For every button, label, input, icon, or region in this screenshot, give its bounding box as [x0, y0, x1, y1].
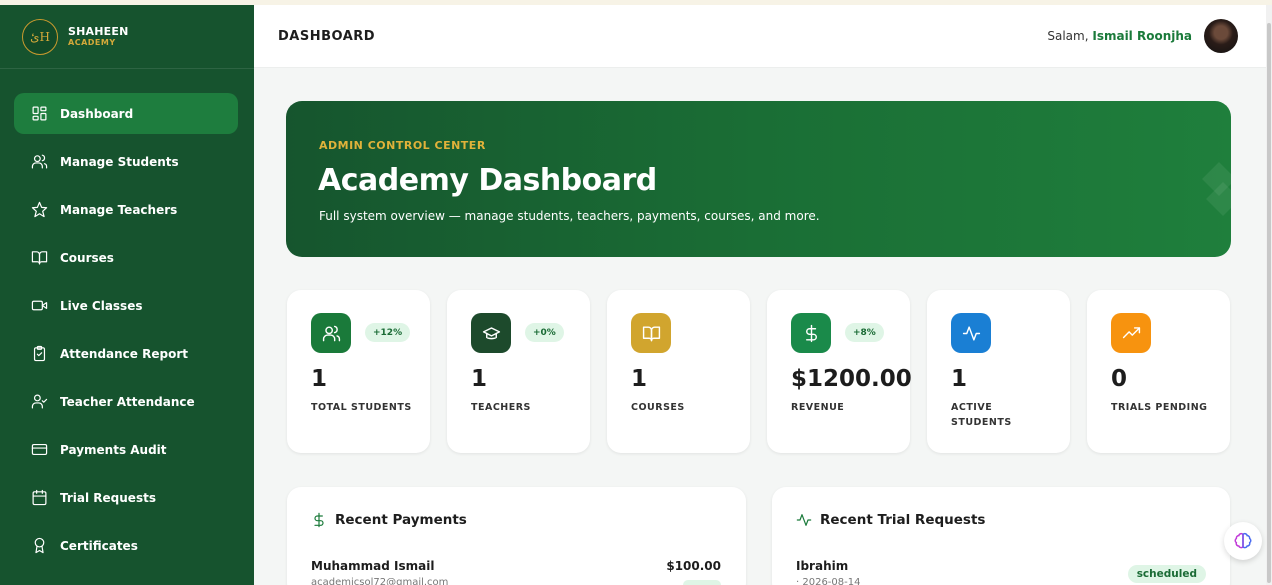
payment-amount: $100.00	[666, 559, 721, 573]
user-greeting: Salam, Ismail Roonjha	[1047, 29, 1192, 43]
trend-badge: +8%	[845, 323, 884, 342]
sidebar-item-attendance-report[interactable]: Attendance Report	[14, 333, 238, 374]
page-title: DASHBOARD	[278, 28, 376, 44]
status-badge: scheduled	[1127, 565, 1206, 583]
users-icon	[311, 313, 351, 353]
sidebar-item-manage-students[interactable]: Manage Students	[14, 141, 238, 182]
stat-card-teachers[interactable]: +0% 1 TEACHERS	[447, 290, 590, 453]
sidebar-item-label: Manage Students	[60, 154, 179, 169]
sidebar-item-label: Live Classes	[60, 298, 143, 313]
sidebar-item-payments-audit[interactable]: Payments Audit	[14, 429, 238, 470]
panel-title: Recent Payments	[311, 512, 467, 528]
sidebar-item-manage-teachers[interactable]: Manage Teachers	[14, 189, 238, 230]
video-icon	[31, 297, 48, 314]
payment-email: academicsol72@gmail.com	[311, 577, 449, 585]
page-scrollbar[interactable]	[1266, 5, 1272, 585]
hero-subtitle: Full system overview — manage students, …	[319, 209, 820, 223]
sidebar-item-trial-requests[interactable]: Trial Requests	[14, 477, 238, 518]
stat-label: ACTIVE STUDENTS	[951, 402, 1012, 428]
stat-card-trials-pending[interactable]: 0 TRIALS PENDING	[1087, 290, 1230, 453]
award-icon	[31, 537, 48, 554]
trial-date: · 2026-08-14	[796, 577, 861, 585]
greeting-prefix: Salam,	[1047, 29, 1093, 43]
panel-title: Recent Trial Requests	[796, 512, 985, 528]
clipboard-icon	[31, 345, 48, 362]
user-name: Ismail Roonjha	[1092, 29, 1192, 43]
hero-title: Academy Dashboard	[318, 163, 657, 198]
sidebar-item-dashboard[interactable]: Dashboard	[14, 93, 238, 134]
hero-eyebrow: ADMIN CONTROL CENTER	[319, 139, 486, 152]
stat-card-active-students[interactable]: 1 ACTIVE STUDENTS	[927, 290, 1070, 453]
dollar-icon	[314, 512, 324, 528]
sidebar-item-label: Trial Requests	[60, 490, 156, 505]
sidebar-item-label: Courses	[60, 250, 114, 265]
sidebar-item-label: Dashboard	[60, 106, 134, 121]
sidebar-nav: Dashboard Manage Students Manage Teacher…	[0, 69, 254, 566]
calendar-icon	[31, 489, 48, 506]
sidebar-item-label: Manage Teachers	[60, 202, 178, 217]
activity-icon	[951, 313, 991, 353]
payment-status-badge	[683, 580, 721, 585]
sidebar-item-certificates[interactable]: Certificates	[14, 525, 238, 566]
book-icon	[31, 249, 48, 266]
stat-value: 1	[311, 366, 328, 392]
brand[interactable]: ئH SHAHEEN ACADEMY	[0, 5, 254, 69]
stat-value: 1	[471, 366, 488, 392]
stat-label: TEACHERS	[471, 402, 531, 413]
stat-value: $1200.00	[791, 366, 912, 392]
stat-card-revenue[interactable]: +8% $1200.00 REVENUE	[767, 290, 912, 453]
sidebar-item-teacher-attendance[interactable]: Teacher Attendance	[14, 381, 238, 422]
avatar[interactable]	[1204, 19, 1238, 53]
trend-badge: +0%	[525, 323, 564, 342]
stat-value: 0	[1111, 366, 1128, 392]
sidebar-item-courses[interactable]: Courses	[14, 237, 238, 278]
stat-label: REVENUE	[791, 402, 845, 413]
stat-value: 1	[951, 366, 968, 392]
logo: ئH	[22, 18, 58, 55]
brand-sub: ACADEMY	[68, 38, 116, 48]
brain-icon	[1234, 532, 1252, 549]
top-header: DASHBOARD Salam, Ismail Roonjha	[254, 5, 1266, 68]
trending-up-icon	[1111, 313, 1151, 353]
hero-banner: ADMIN CONTROL CENTER Academy Dashboard F…	[286, 101, 1231, 257]
stat-label: COURSES	[631, 402, 685, 413]
dollar-icon	[791, 313, 831, 353]
sidebar: ئH SHAHEEN ACADEMY Dashboard Manage Stud…	[0, 5, 254, 585]
assistant-button[interactable]	[1224, 522, 1262, 560]
recent-payments-panel: Recent Payments Muhammad Ismail academic…	[287, 487, 746, 585]
trial-name: Ibrahim	[796, 559, 849, 573]
sidebar-item-label: Certificates	[60, 538, 138, 553]
star-icon	[31, 201, 48, 218]
stat-card-courses[interactable]: 1 COURSES	[607, 290, 750, 453]
book-open-icon	[631, 313, 671, 353]
stat-label: TRIALS PENDING	[1111, 402, 1208, 413]
activity-icon	[796, 514, 812, 526]
payment-name: Muhammad Ismail	[311, 559, 435, 573]
stat-label: TOTAL STUDENTS	[311, 402, 412, 413]
sidebar-item-live-classes[interactable]: Live Classes	[14, 285, 238, 326]
brand-name: SHAHEEN	[68, 24, 129, 38]
panel-title-text: Recent Trial Requests	[820, 512, 986, 528]
scrollbar-thumb[interactable]	[1267, 23, 1271, 583]
recent-trials-panel: Recent Trial Requests Ibrahim · 2026-08-…	[772, 487, 1230, 585]
sidebar-item-label: Attendance Report	[60, 346, 188, 361]
users-icon	[31, 153, 48, 170]
panel-title-text: Recent Payments	[335, 512, 467, 528]
sidebar-item-label: Payments Audit	[60, 442, 167, 457]
graduation-cap-icon	[471, 313, 511, 353]
dashboard-icon	[31, 105, 48, 122]
credit-card-icon	[31, 441, 48, 458]
stat-value: 1	[631, 366, 648, 392]
sidebar-item-label: Teacher Attendance	[60, 394, 195, 409]
user-check-icon	[31, 393, 48, 410]
trend-badge: +12%	[365, 323, 411, 342]
stat-card-total-students[interactable]: +12% 1 TOTAL STUDENTS	[287, 290, 430, 453]
